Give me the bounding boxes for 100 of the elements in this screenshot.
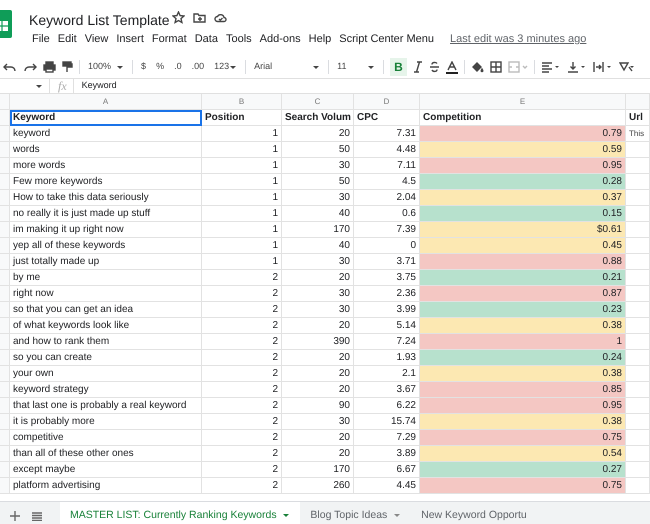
table-header-cell[interactable]: CPC bbox=[354, 110, 420, 126]
decrease-decimals-button[interactable]: .0 bbox=[172, 58, 184, 76]
sheet-tab[interactable]: Blog Topic Ideas bbox=[300, 502, 412, 524]
text-wrapping-icon[interactable] bbox=[592, 61, 613, 73]
vertical-align-icon[interactable] bbox=[566, 61, 587, 73]
caret-icon[interactable] bbox=[35, 82, 43, 90]
font-size-dropdown[interactable]: 11 bbox=[335, 58, 378, 76]
sheet-tab[interactable]: MASTER LIST: Currently Ranking Keywords bbox=[60, 502, 300, 524]
column-header[interactable] bbox=[626, 94, 650, 110]
redo-icon[interactable] bbox=[23, 61, 37, 73]
caret-icon bbox=[116, 64, 124, 70]
document-title[interactable]: Keyword List Template bbox=[29, 10, 170, 31]
row-header[interactable] bbox=[0, 174, 10, 190]
table-cell: yep all of these keywords bbox=[10, 238, 202, 254]
formula-input-field[interactable]: Keyword bbox=[72, 79, 117, 93]
row-header[interactable] bbox=[0, 142, 10, 158]
column-header[interactable]: A bbox=[10, 94, 202, 110]
text-rotation-icon[interactable] bbox=[618, 61, 635, 73]
text-color-icon[interactable] bbox=[446, 60, 458, 74]
row-header[interactable] bbox=[0, 302, 10, 318]
column-header[interactable]: D bbox=[354, 94, 420, 110]
row-header[interactable] bbox=[0, 270, 10, 286]
row-header[interactable] bbox=[0, 350, 10, 366]
column-header[interactable]: B bbox=[202, 94, 282, 110]
corner-cell[interactable] bbox=[0, 94, 10, 110]
bold-button[interactable]: B bbox=[390, 58, 407, 76]
table-header-cell[interactable]: Url bbox=[626, 110, 650, 126]
font-dropdown[interactable]: Arial bbox=[252, 58, 322, 76]
table-cell: 2 bbox=[202, 430, 282, 446]
menu-item[interactable]: Edit bbox=[54, 31, 81, 48]
all-sheets-icon[interactable] bbox=[32, 512, 42, 520]
italic-icon[interactable] bbox=[412, 61, 423, 73]
menu-item[interactable]: Tools bbox=[222, 31, 256, 48]
row-header[interactable] bbox=[0, 318, 10, 334]
table-cell: 0.27 bbox=[420, 462, 626, 478]
more-formats-dropdown[interactable]: 123 bbox=[212, 58, 240, 76]
row-header[interactable] bbox=[0, 430, 10, 446]
table-cell: 1 bbox=[202, 254, 282, 270]
table-cell: Few more keywords bbox=[10, 174, 202, 190]
row-header[interactable] bbox=[0, 206, 10, 222]
table-cell: 2 bbox=[202, 318, 282, 334]
table-header-cell[interactable]: Position bbox=[202, 110, 282, 126]
row-header[interactable] bbox=[0, 110, 10, 126]
row-header[interactable] bbox=[0, 158, 10, 174]
table-cell: than all of these other ones bbox=[10, 446, 202, 462]
star-icon[interactable] bbox=[172, 11, 185, 24]
zoom-dropdown[interactable]: 100% bbox=[86, 58, 126, 76]
menu-item[interactable]: File bbox=[28, 31, 54, 48]
menu-item[interactable]: View bbox=[80, 31, 112, 48]
table-cell: 40 bbox=[282, 238, 354, 254]
table-header-cell[interactable]: Keyword bbox=[10, 110, 202, 126]
increase-decimals-button[interactable]: .00 bbox=[190, 58, 206, 76]
row-header[interactable] bbox=[0, 254, 10, 270]
menu-item[interactable]: Add-ons bbox=[256, 31, 305, 48]
row-header[interactable] bbox=[0, 238, 10, 254]
last-edit-link[interactable]: Last edit was 3 minutes ago bbox=[446, 31, 590, 48]
column-header[interactable]: C bbox=[282, 94, 354, 110]
row-header[interactable] bbox=[0, 366, 10, 382]
menu-item[interactable]: Help bbox=[304, 31, 336, 48]
borders-icon[interactable] bbox=[490, 61, 502, 73]
percent-format-button[interactable]: % bbox=[154, 58, 166, 76]
row-header[interactable] bbox=[0, 382, 10, 398]
table-cell: 2 bbox=[202, 286, 282, 302]
currency-format-button[interactable]: $ bbox=[139, 58, 148, 76]
table-cell: 20 bbox=[282, 366, 354, 382]
merge-cells-icon[interactable] bbox=[508, 61, 528, 73]
table-cell: 170 bbox=[282, 222, 354, 238]
menu-item[interactable]: Format bbox=[148, 31, 191, 48]
print-icon[interactable] bbox=[43, 61, 56, 73]
row-header[interactable] bbox=[0, 286, 10, 302]
row-header[interactable] bbox=[0, 462, 10, 478]
menu-item[interactable]: Script Center Menu bbox=[335, 31, 438, 48]
table-header-cell[interactable]: Search Volum bbox=[282, 110, 354, 126]
row-header[interactable] bbox=[0, 446, 10, 462]
row-header[interactable] bbox=[0, 398, 10, 414]
add-sheet-icon[interactable] bbox=[10, 511, 20, 521]
row-header[interactable] bbox=[0, 414, 10, 430]
row-header[interactable] bbox=[0, 126, 10, 142]
row-header[interactable] bbox=[0, 190, 10, 206]
sheet-tab[interactable]: New Keyword Opportu bbox=[411, 502, 537, 524]
undo-icon[interactable] bbox=[3, 61, 17, 73]
fill-color-icon[interactable] bbox=[470, 61, 484, 73]
table-cell: 0.38 bbox=[420, 318, 626, 334]
cloud-icon[interactable] bbox=[214, 11, 227, 24]
caret-icon bbox=[282, 512, 290, 519]
table-cell: 1 bbox=[202, 206, 282, 222]
table-cell: 2 bbox=[202, 462, 282, 478]
row-header[interactable] bbox=[0, 478, 10, 494]
column-header[interactable]: E bbox=[420, 94, 626, 110]
strikethrough-icon[interactable] bbox=[428, 61, 440, 73]
table-cell: 0.95 bbox=[420, 158, 626, 174]
table-cell: 1 bbox=[202, 238, 282, 254]
folder-icon[interactable] bbox=[193, 11, 206, 24]
menu-item[interactable]: Data bbox=[190, 31, 222, 48]
align-left-icon[interactable] bbox=[540, 61, 561, 73]
menu-item[interactable]: Insert bbox=[112, 31, 148, 48]
paint-format-icon[interactable] bbox=[62, 61, 73, 73]
row-header[interactable] bbox=[0, 334, 10, 350]
row-header[interactable] bbox=[0, 222, 10, 238]
table-cell: 20 bbox=[282, 430, 354, 446]
